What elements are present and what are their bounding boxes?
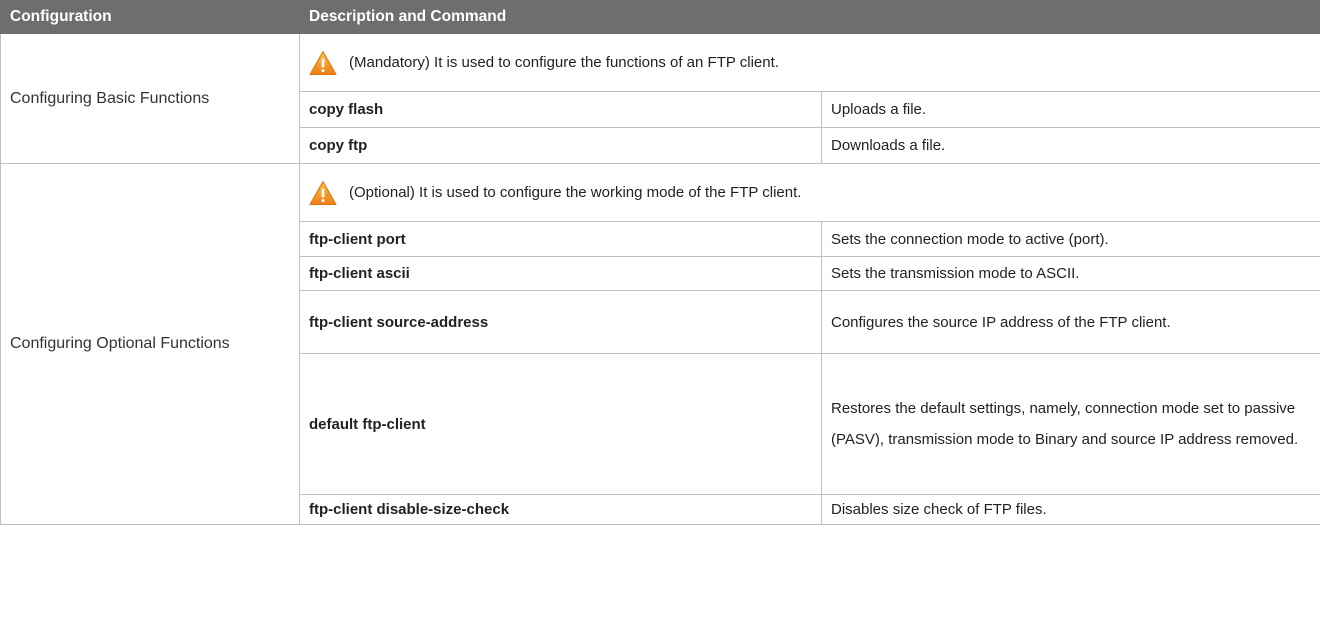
- description-cell: Disables size check of FTP files.: [821, 494, 1320, 525]
- command-cell: default ftp-client: [299, 353, 822, 495]
- header-configuration: Configuration: [0, 0, 300, 34]
- command-cell: ftp-client ascii: [299, 256, 822, 291]
- table-row: Configuring Optional Functions (Optional…: [0, 163, 1320, 525]
- warning-icon: [309, 50, 337, 75]
- note-row: (Optional) It is used to configure the w…: [309, 180, 1311, 206]
- command-cell: ftp-client disable-size-check: [299, 494, 822, 525]
- description-cell: Uploads a file.: [821, 91, 1320, 128]
- table-header-row: Configuration Description and Command: [0, 0, 1320, 34]
- description-cell: Configures the source IP address of the …: [821, 290, 1320, 354]
- note-text: (Optional) It is used to configure the w…: [349, 184, 802, 201]
- description-cell: Restores the default settings, namely, c…: [821, 353, 1320, 495]
- configuration-name: Configuring Basic Functions: [0, 33, 300, 164]
- command-cell: copy flash: [299, 91, 822, 128]
- configuration-table: Configuration Description and Command Co…: [0, 0, 1320, 525]
- header-description-and-command: Description and Command: [299, 0, 1320, 34]
- description-cell: Sets the transmission mode to ASCII.: [821, 256, 1320, 291]
- note-cell: (Optional) It is used to configure the w…: [299, 163, 1320, 222]
- description-cell: Downloads a file.: [821, 127, 1320, 164]
- command-cell: ftp-client source-address: [299, 290, 822, 354]
- warning-icon: [309, 180, 337, 205]
- note-cell: (Mandatory) It is used to configure the …: [299, 33, 1320, 92]
- note-text: (Mandatory) It is used to configure the …: [349, 54, 779, 71]
- command-cell: copy ftp: [299, 127, 822, 164]
- table-row: Configuring Basic Functions (Mandatory) …: [0, 33, 1320, 164]
- note-row: (Mandatory) It is used to configure the …: [309, 50, 1311, 76]
- command-cell: ftp-client port: [299, 221, 822, 257]
- description-cell: Sets the connection mode to active (port…: [821, 221, 1320, 257]
- configuration-name: Configuring Optional Functions: [0, 163, 300, 525]
